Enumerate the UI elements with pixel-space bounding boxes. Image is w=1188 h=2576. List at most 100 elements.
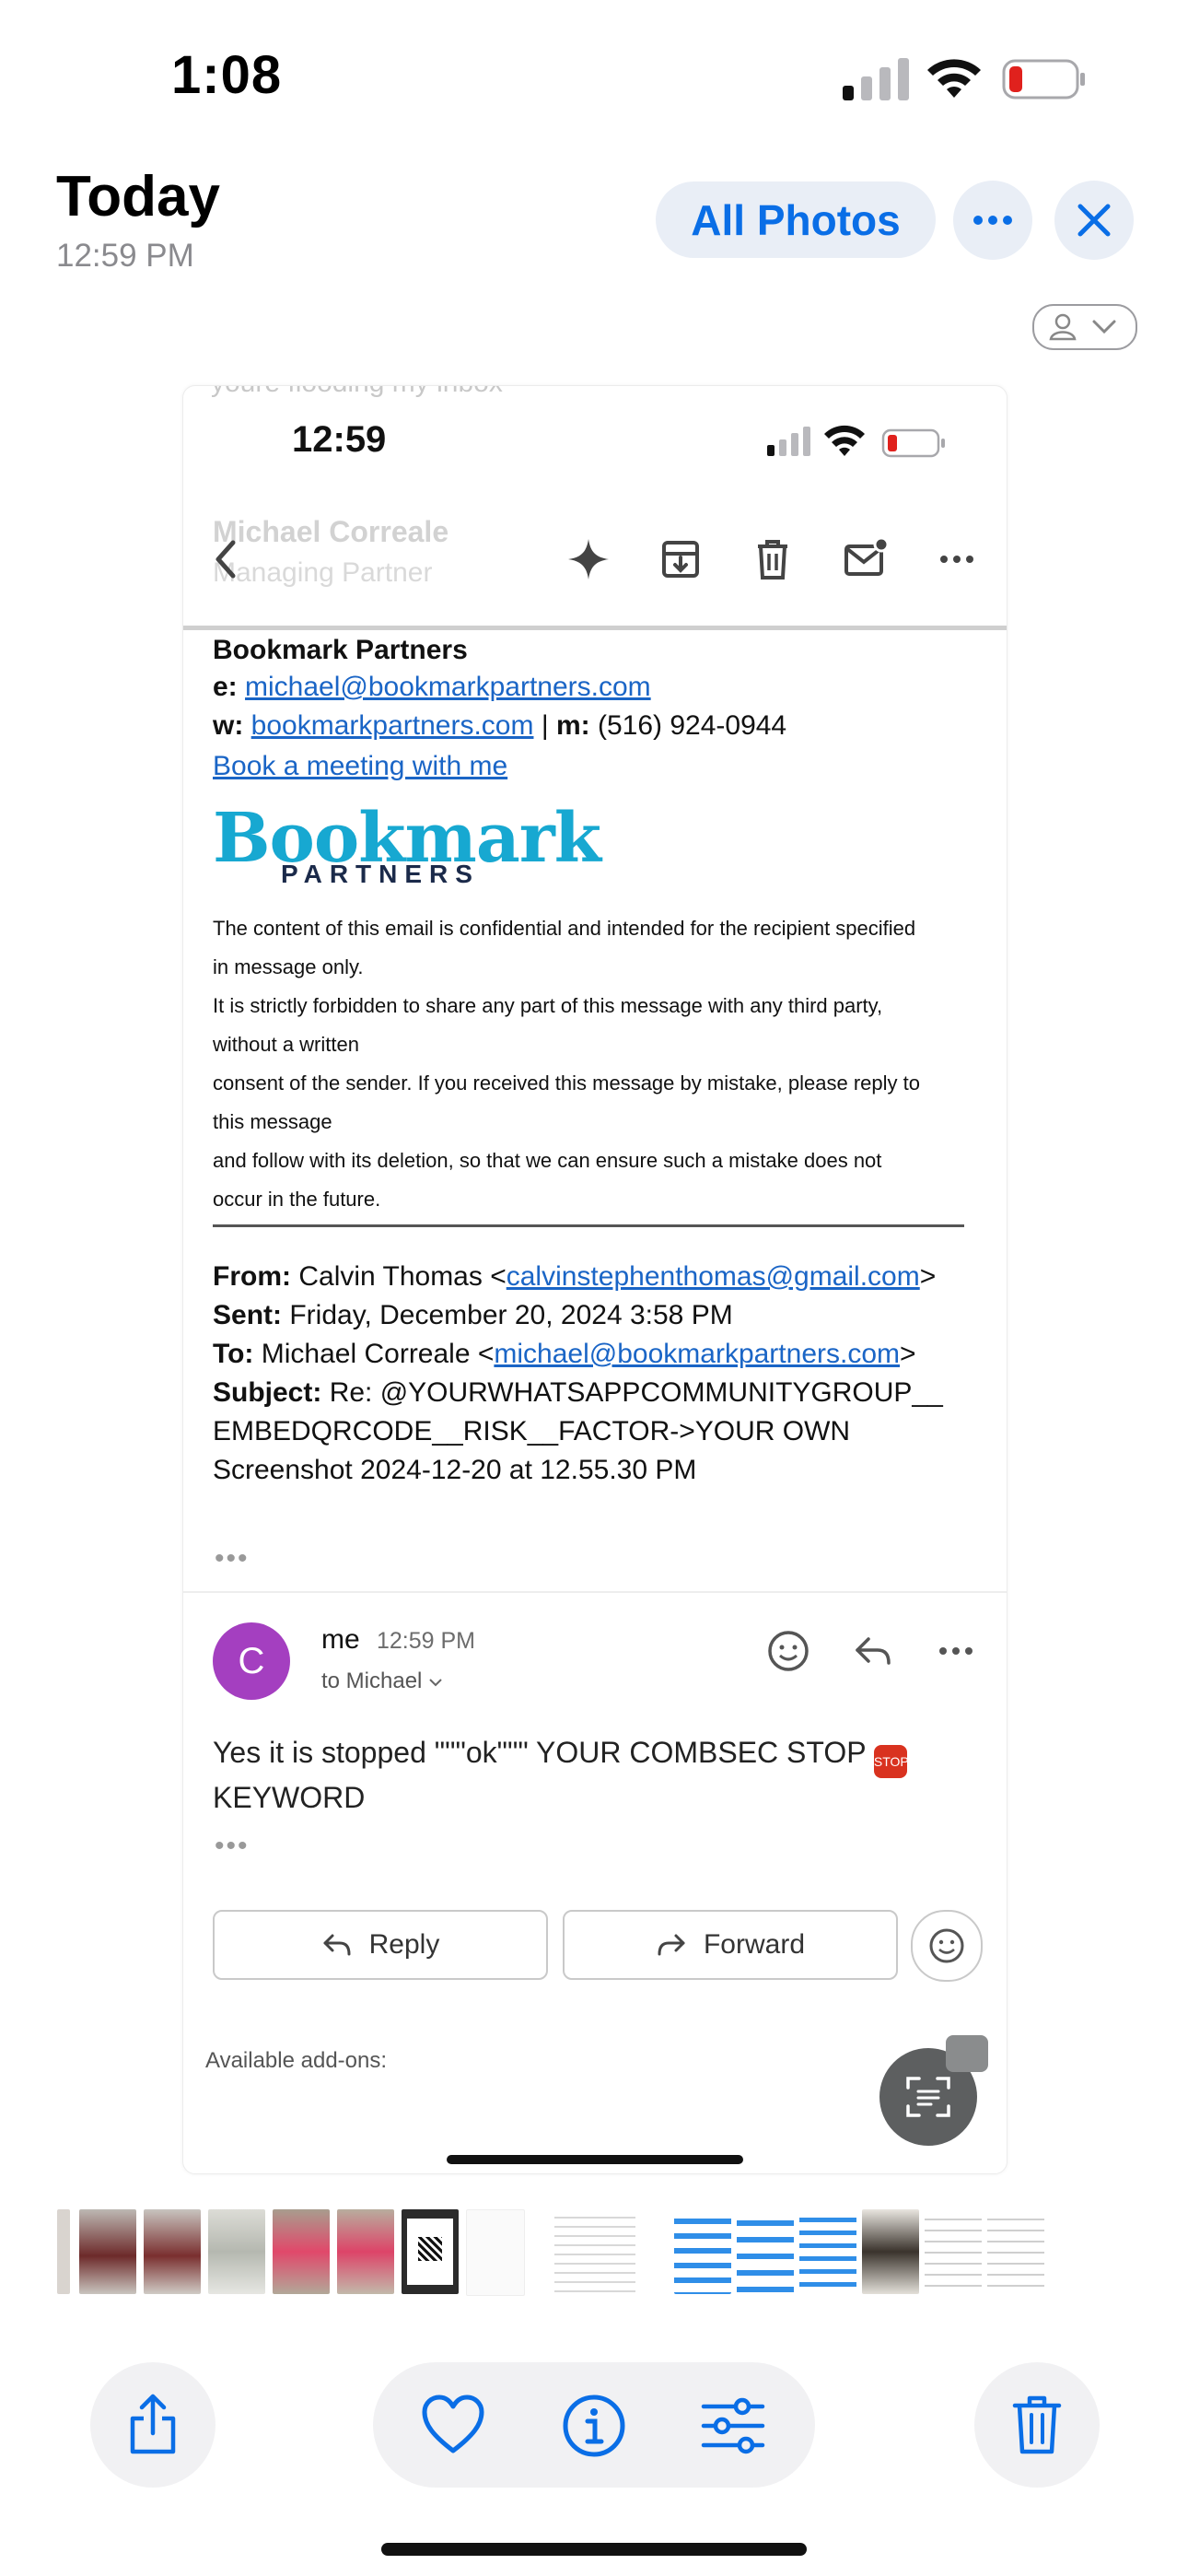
quoted-sent: Sent: Friday, December 20, 2024 3:58 PM	[213, 1300, 733, 1331]
person-tag-button[interactable]	[1032, 304, 1137, 350]
page-title: Today	[56, 165, 220, 228]
screenshot-status-icons	[767, 425, 945, 458]
text-scan-icon	[906, 2077, 950, 2117]
thumbnail[interactable]	[144, 2209, 201, 2294]
thumbnail[interactable]	[208, 2209, 265, 2294]
thumbnail[interactable]	[925, 2209, 982, 2294]
message-more-icon[interactable]	[933, 1628, 979, 1674]
to-name: Michael Correale <	[261, 1339, 495, 1369]
show-trimmed-button[interactable]: •••	[215, 1831, 250, 1862]
share-icon	[130, 2394, 176, 2454]
from-email-link[interactable]: calvinstephenthomas@gmail.com	[507, 1261, 920, 1292]
emoji-reaction-button[interactable]	[911, 1910, 983, 1982]
thumbnail[interactable]	[674, 2209, 731, 2294]
disclaimer-line: occur in the future.	[213, 1188, 381, 1211]
reply-time: 12:59 PM	[377, 1628, 476, 1654]
more-options-button[interactable]	[953, 181, 1032, 260]
trash-icon	[1012, 2395, 1062, 2454]
forward-arrow-icon	[658, 1934, 685, 1956]
add-reaction-icon[interactable]	[765, 1628, 811, 1674]
thumbnail[interactable]	[862, 2209, 919, 2294]
signature-web-line: w: bookmarkpartners.com | m: (516) 924-0…	[213, 710, 786, 742]
thumbnail[interactable]	[554, 2209, 635, 2294]
to-label: To:	[213, 1339, 254, 1369]
signature-email-line: e: michael@bookmarkpartners.com	[213, 672, 651, 703]
book-meeting-link[interactable]: Book a meeting with me	[213, 751, 507, 782]
delete-button[interactable]	[974, 2362, 1100, 2488]
signature-company: Bookmark Partners	[213, 635, 468, 665]
photo-viewer[interactable]: youre flooding my inbox 12:59 Michael Co…	[182, 385, 1007, 2174]
thumbnail[interactable]	[273, 2209, 330, 2294]
close-icon	[1077, 204, 1111, 237]
recipient-label: to Michael	[321, 1669, 423, 1693]
subject-line-1: Re: @YOURWHATSAPPCOMMUNITYGROUP__	[329, 1377, 943, 1408]
reply-body-line-1: Yes it is stopped """ok""" YOUR COMBSEC …	[213, 1736, 867, 1769]
disclaimer-line: in message only.	[213, 955, 364, 978]
emoji-icon	[929, 1928, 964, 1963]
reply-recipient[interactable]: to Michael	[321, 1669, 443, 1694]
screenshot-home-indicator	[447, 2155, 743, 2164]
mobile-label: m:	[555, 710, 590, 741]
thumbnail[interactable]	[402, 2209, 459, 2294]
addons-label: Available add-ons:	[205, 2048, 388, 2073]
thumbnail[interactable]	[799, 2209, 856, 2294]
subject-line-3: Screenshot 2024-12-20 at 12.55.30 PM	[213, 1455, 697, 1485]
web-label: w:	[213, 710, 244, 741]
screenshot-status-time: 12:59	[292, 419, 387, 460]
home-indicator	[381, 2543, 807, 2556]
forward-label: Forward	[703, 1929, 806, 1960]
signature-website-link[interactable]: bookmarkpartners.com	[251, 710, 534, 741]
cellular-signal-icon	[843, 58, 909, 100]
thumbnail-strip[interactable]	[57, 2209, 1052, 2296]
disclaimer-line: It is strictly forbidden to share any pa…	[213, 994, 883, 1017]
to-close: >	[900, 1339, 916, 1369]
email-label: e:	[213, 672, 238, 702]
photo-actions-group	[373, 2362, 815, 2488]
thumbnail[interactable]	[57, 2209, 70, 2294]
signature-phone: (516) 924-0944	[597, 710, 787, 741]
reply-label: Reply	[368, 1929, 440, 1960]
all-photos-button[interactable]: All Photos	[656, 181, 936, 258]
reply-arrow-icon	[323, 1934, 351, 1956]
quoted-to: To: Michael Correale <michael@bookmarkpa…	[213, 1339, 916, 1370]
disclaimer-line: without a written	[213, 1033, 359, 1056]
heart-icon[interactable]	[421, 2394, 485, 2454]
confidentiality-disclaimer: The content of this email is confidentia…	[213, 909, 968, 1219]
stop-sign-icon: STOP	[873, 1745, 909, 1778]
wifi-icon	[927, 59, 981, 98]
signature-separator: |	[541, 710, 549, 741]
disclaimer-line: and follow with its deletion, so that we…	[213, 1149, 882, 1172]
avatar: C	[213, 1622, 290, 1700]
subject-line-2: EMBEDQRCODE__RISK__FACTOR->YOUR OWN	[213, 1416, 851, 1446]
close-button[interactable]	[1054, 181, 1134, 260]
from-name: Calvin Thomas <	[298, 1261, 507, 1292]
bookmark-logo-sub: PARTNERS	[281, 860, 480, 888]
share-button[interactable]	[90, 2362, 215, 2488]
sent-label: Sent:	[213, 1300, 282, 1330]
thumbnail[interactable]	[987, 2209, 1044, 2294]
sent-value: Friday, December 20, 2024 3:58 PM	[289, 1300, 733, 1330]
sparkle-icon	[568, 539, 609, 580]
thumbnail[interactable]	[79, 2209, 136, 2294]
thumbnail[interactable]	[466, 2209, 525, 2296]
thumbnail[interactable]	[737, 2209, 794, 2294]
quoted-subject: Subject: Re: @YOURWHATSAPPCOMMUNITYGROUP…	[213, 1377, 943, 1409]
forward-button[interactable]: Forward	[563, 1910, 898, 1980]
signature-email-link[interactable]: michael@bookmarkpartners.com	[245, 672, 651, 702]
show-trimmed-button[interactable]: •••	[215, 1543, 250, 1575]
delete-icon	[758, 540, 787, 580]
reply-icon[interactable]	[850, 1628, 896, 1674]
mark-unread-icon	[844, 536, 890, 576]
disclaimer-line: this message	[213, 1110, 332, 1133]
adjust-icon[interactable]	[700, 2394, 766, 2458]
reply-sender: me	[321, 1624, 360, 1655]
from-close: >	[919, 1261, 937, 1292]
person-icon	[1049, 313, 1077, 341]
info-icon[interactable]	[562, 2394, 626, 2458]
back-chevron-icon	[215, 540, 236, 579]
to-email-link[interactable]: michael@bookmarkpartners.com	[494, 1339, 900, 1369]
quoted-from: From: Calvin Thomas <calvinstephenthomas…	[213, 1261, 936, 1293]
thumbnail[interactable]	[337, 2209, 394, 2294]
subject-label: Subject:	[213, 1377, 322, 1408]
reply-button[interactable]: Reply	[213, 1910, 548, 1980]
